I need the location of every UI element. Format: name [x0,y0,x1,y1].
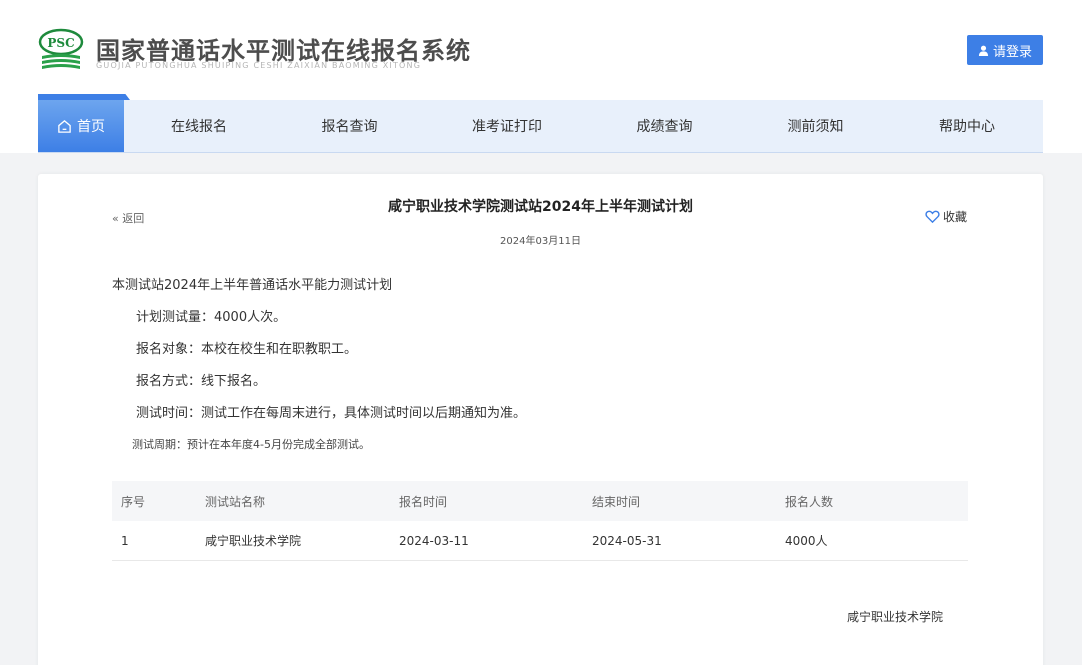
main-nav: 首页 在线报名 报名查询 准考证打印 成绩查询 测前须知 帮助中心 [38,100,1043,153]
column-header: 报名时间 [399,494,448,509]
nav-item-label: 测前须知 [787,119,844,135]
login-label: 请登录 [992,44,1032,60]
nav-item-help-center[interactable]: 帮助中心 [891,100,1043,152]
nav-item-label: 首页 [77,119,105,135]
column-header: 报名人数 [785,494,834,509]
schedule-table: 序号 测试站名称 报名时间 结束时间 报名人数 1 咸宁职业技术学院 2024-… [112,481,968,561]
nav-item-online-register[interactable]: 在线报名 [124,100,274,152]
column-header: 测试站名称 [205,494,266,509]
heart-icon [925,210,940,224]
article-card: « 返回 咸宁职业技术学院测试站2024年上半年测试计划 2024年03月11日… [38,174,1043,665]
favorite-label: 收藏 [943,210,968,224]
paragraph: 本测试站2024年上半年普通话水平能力测试计划 [112,278,393,293]
table-cell: 咸宁职业技术学院 [205,534,302,548]
article-date: 2024年03月11日 [500,236,581,247]
nav-item-label: 报名查询 [321,119,378,135]
nav-item-label: 帮助中心 [939,119,995,135]
nav-item-label: 成绩查询 [636,119,693,135]
table-header: 序号 测试站名称 报名时间 结束时间 报名人数 [112,481,968,521]
paragraph: 测试周期：预计在本年度4-5月份完成全部测试。 [132,438,370,451]
table-row: 1 咸宁职业技术学院 2024-03-11 2024-05-31 4000人 [112,521,968,561]
column-header: 序号 [121,494,146,509]
article-signature: 咸宁职业技术学院 [847,610,944,624]
table-cell: 4000人 [785,534,828,548]
paragraph: 计划测试量：4000人次。 [136,310,287,325]
paragraph: 测试时间：测试工作在每周末进行，具体测试时间以后期通知为准。 [136,406,527,421]
table-cell: 1 [121,533,129,548]
nav-item-label: 在线报名 [171,119,227,135]
column-header: 结束时间 [592,494,641,509]
svg-text:PSC: PSC [47,36,74,50]
home-icon [58,119,71,133]
favorite-button[interactable]: 收藏 [925,208,967,225]
nav-item-register-query[interactable]: 报名查询 [274,100,425,152]
login-button[interactable]: 请登录 [967,35,1043,65]
paragraph: 报名方式：线下报名。 [136,374,267,389]
site-header: PSC 国家普通话水平测试在线报名系统 GUOJIA PUTONGHUA SHU… [0,0,1082,153]
nav-item-label: 准考证打印 [472,119,542,135]
user-icon [978,45,989,56]
paragraph: 报名对象：本校在校生和在职教职工。 [136,342,358,357]
table-cell: 2024-03-11 [399,533,469,548]
nav-item-score-query[interactable]: 成绩查询 [589,100,740,152]
article-title: 咸宁职业技术学院测试站2024年上半年测试计划 [388,199,693,215]
table-cell: 2024-05-31 [592,533,662,548]
nav-item-home[interactable]: 首页 [38,100,124,152]
nav-item-test-notice[interactable]: 测前须知 [740,100,891,152]
nav-item-admission-print[interactable]: 准考证打印 [425,100,589,152]
psc-logo[interactable]: PSC [38,28,84,74]
site-subtitle: GUOJIA PUTONGHUA SHUIPING CESHI ZAIXIAN … [96,61,422,70]
